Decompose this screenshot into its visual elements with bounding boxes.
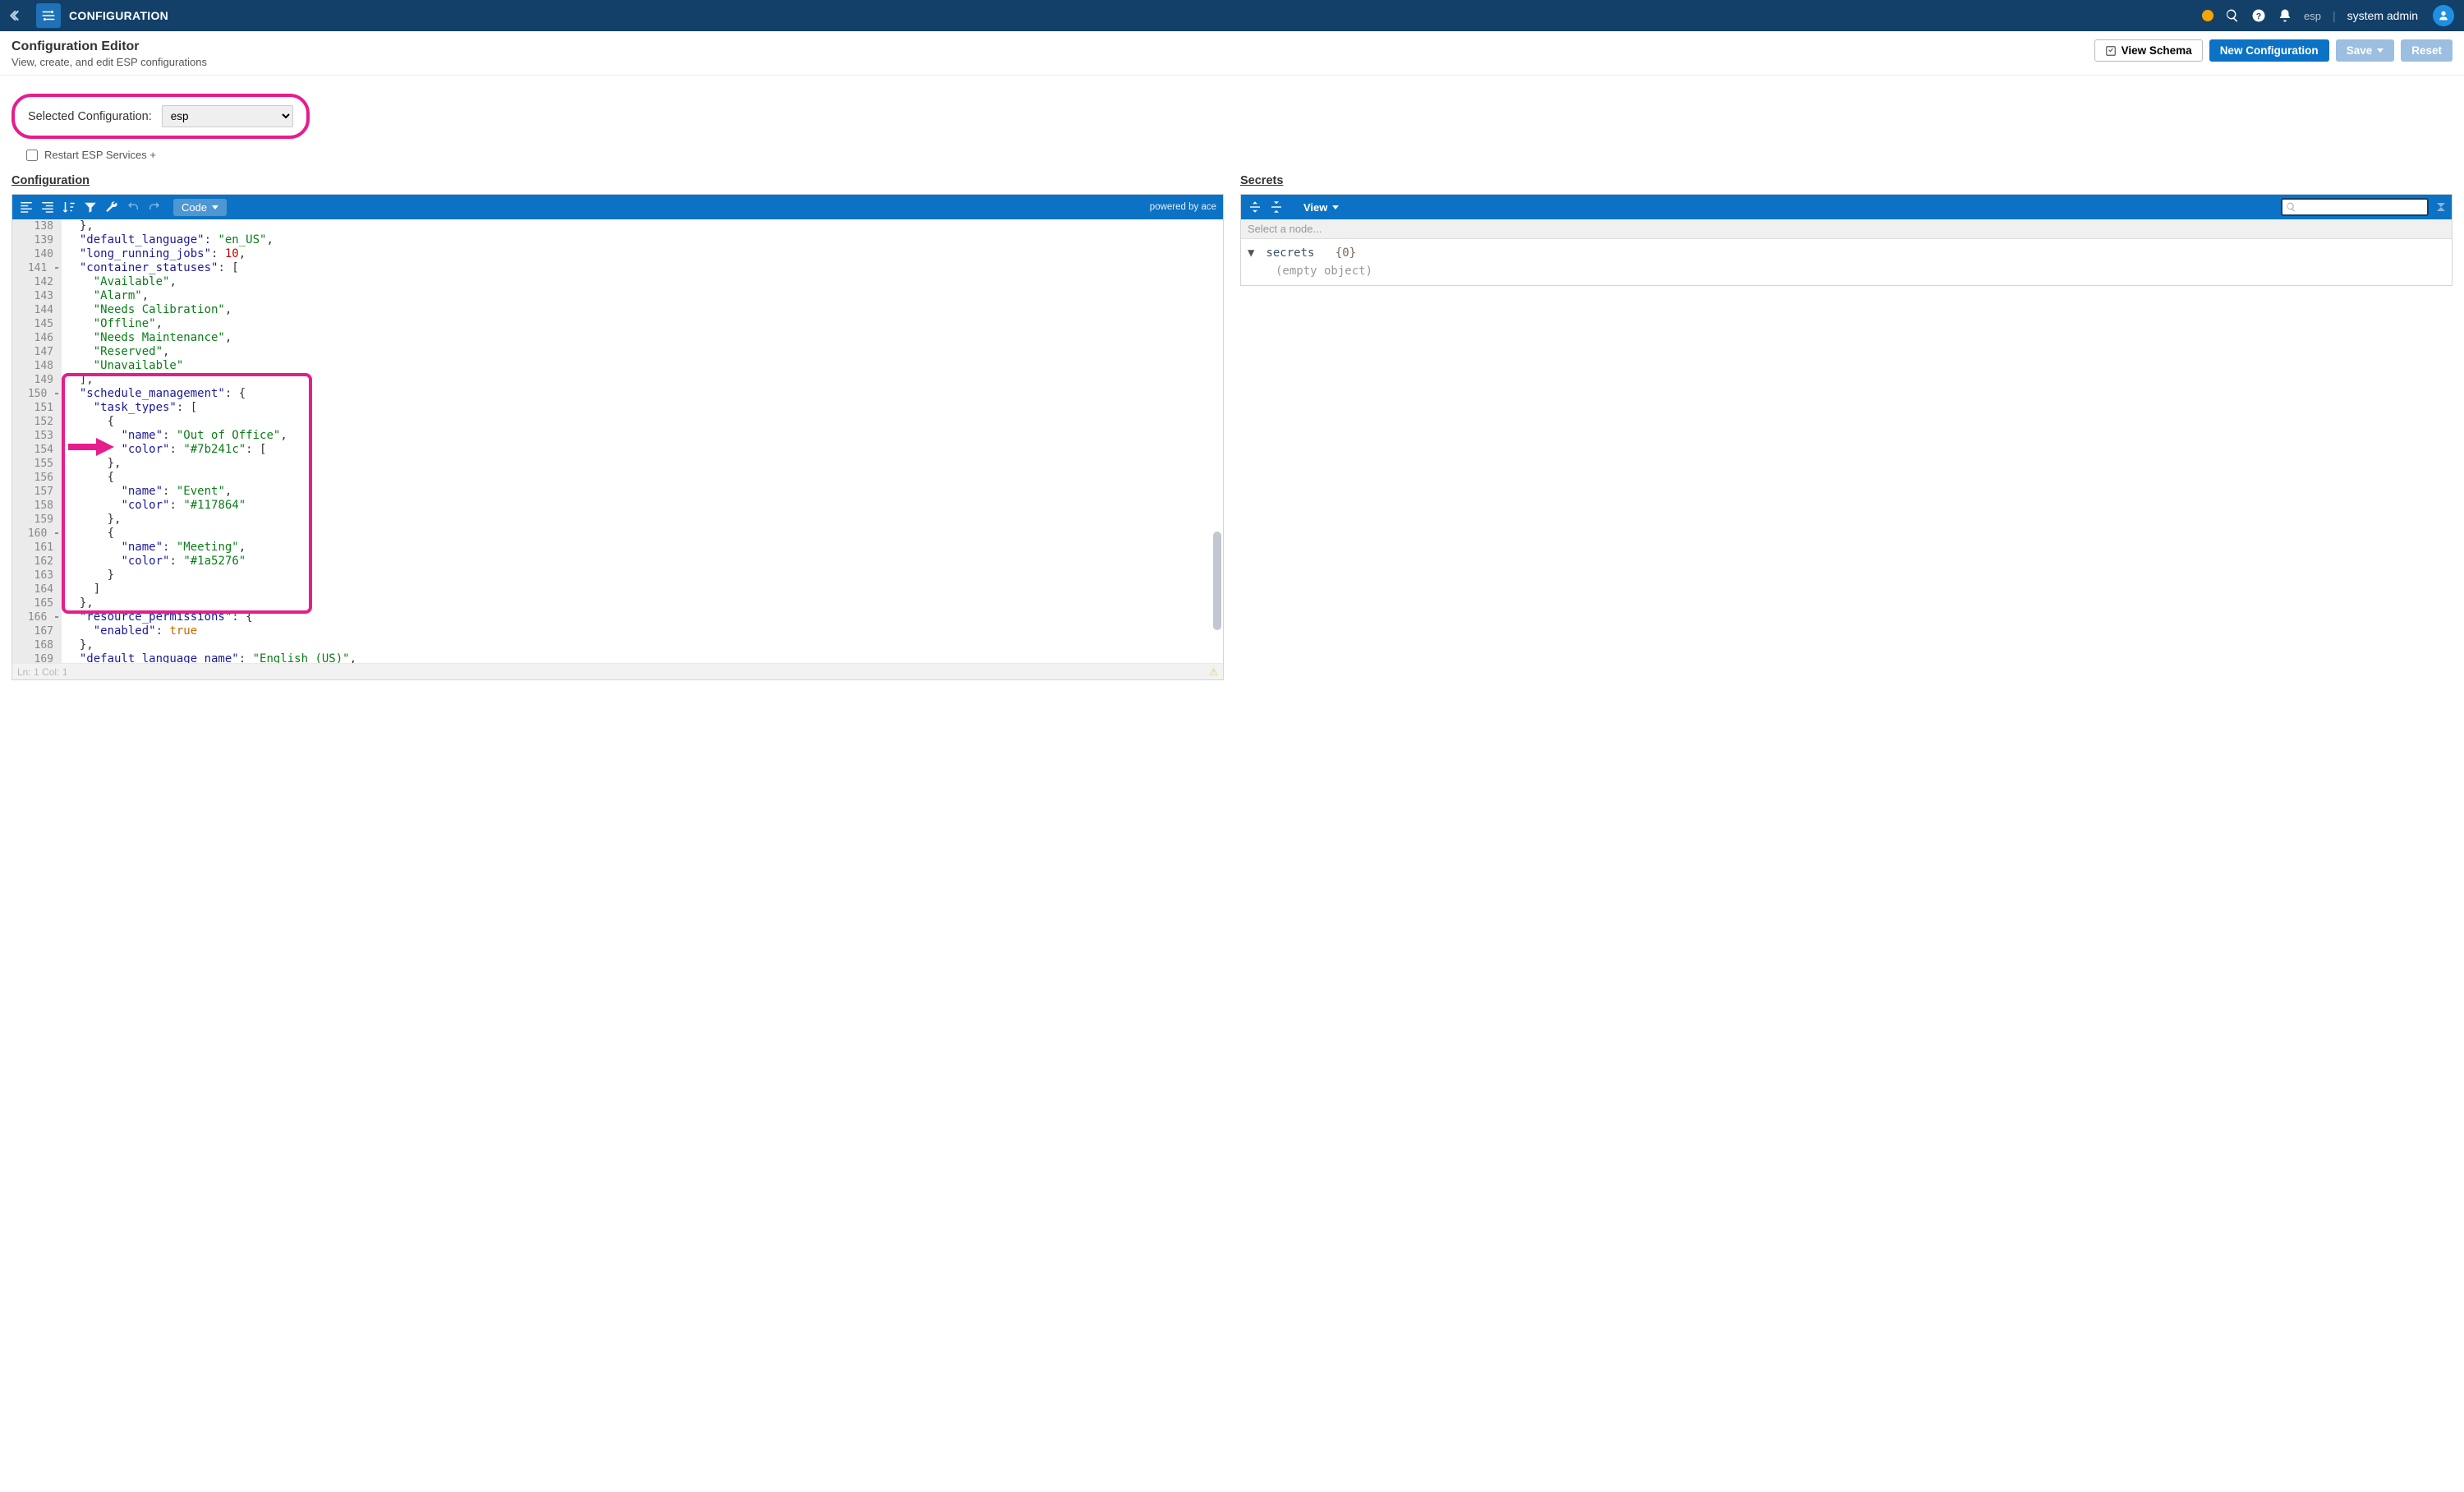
undo-icon[interactable] bbox=[126, 200, 140, 214]
view-schema-button[interactable]: View Schema bbox=[2094, 39, 2203, 62]
tree-toggle[interactable]: ▼ bbox=[1248, 244, 1259, 262]
indent-icon[interactable] bbox=[19, 200, 34, 214]
code-content: }, "default_language": "en_US", "long_ru… bbox=[62, 219, 1223, 663]
code-editor[interactable]: 138139140141 -14214314414514614714814915… bbox=[12, 219, 1223, 663]
page-title: Configuration Editor bbox=[11, 39, 207, 54]
tenant-label: esp bbox=[2304, 10, 2321, 22]
view-mode-label: View bbox=[1303, 201, 1327, 214]
help-icon[interactable]: ? bbox=[2251, 8, 2266, 23]
selected-config-select[interactable]: esp bbox=[162, 105, 293, 127]
expand-all-icon[interactable] bbox=[1248, 200, 1262, 214]
wrench-icon[interactable] bbox=[104, 200, 119, 214]
tree-count: {0} bbox=[1335, 246, 1356, 260]
page-subtitle: View, create, and edit ESP configuration… bbox=[11, 56, 207, 68]
sort-icon[interactable] bbox=[62, 200, 76, 214]
search-icon[interactable] bbox=[2225, 8, 2240, 23]
restart-services-label: Restart ESP Services + bbox=[44, 149, 156, 161]
topbar: CONFIGURATION ? esp | system admin bbox=[0, 0, 2464, 31]
page-header: Configuration Editor View, create, and e… bbox=[0, 31, 2464, 76]
reset-label: Reset bbox=[2411, 44, 2442, 57]
status-dot bbox=[2202, 10, 2213, 21]
view-schema-label: View Schema bbox=[2122, 44, 2192, 57]
tree-root-key: secrets bbox=[1266, 246, 1314, 260]
line-gutter: 138139140141 -14214314414514614714814915… bbox=[12, 219, 62, 663]
configuration-panel: Configuration Code powered by ace 138139… bbox=[11, 174, 1224, 680]
outdent-icon[interactable] bbox=[40, 200, 55, 214]
cursor-position: Ln: 1 Col: 1 bbox=[17, 666, 67, 678]
filter-icon[interactable] bbox=[83, 200, 98, 214]
code-mode-label: Code bbox=[182, 201, 207, 214]
configuration-heading: Configuration bbox=[11, 174, 1224, 187]
secrets-tree[interactable]: ▼ secrets {0} (empty object) bbox=[1241, 239, 2452, 285]
bell-icon[interactable] bbox=[2278, 8, 2292, 23]
save-label: Save bbox=[2347, 44, 2373, 57]
chevron-down-icon bbox=[212, 205, 218, 210]
tree-empty-label: (empty object) bbox=[1248, 262, 2445, 280]
secrets-panel: Secrets View Select a node... ▼ s bbox=[1240, 174, 2453, 680]
editor-statusbar: Ln: 1 Col: 1 ⚠ bbox=[12, 663, 1223, 679]
powered-by-label: powered by ace bbox=[1150, 202, 1216, 212]
new-configuration-button[interactable]: New Configuration bbox=[2209, 39, 2329, 62]
chevron-down-icon bbox=[1332, 205, 1339, 210]
topbar-divider: | bbox=[2333, 9, 2336, 22]
topbar-title: CONFIGURATION bbox=[69, 9, 168, 22]
config-icon bbox=[36, 3, 61, 28]
code-mode-button[interactable]: Code bbox=[173, 199, 227, 216]
avatar[interactable] bbox=[2433, 5, 2454, 26]
secrets-search[interactable] bbox=[2281, 198, 2429, 216]
collapse-all-icon[interactable] bbox=[1269, 200, 1284, 214]
chevron-down-icon bbox=[2377, 48, 2384, 53]
reset-button[interactable]: Reset bbox=[2401, 39, 2453, 62]
user-name: system admin bbox=[2347, 9, 2418, 22]
save-button[interactable]: Save bbox=[2336, 39, 2395, 62]
selected-config-highlight: Selected Configuration: esp bbox=[11, 94, 310, 139]
secrets-toolbar: View bbox=[1241, 195, 2452, 219]
chevron-up-icon[interactable] bbox=[2437, 207, 2445, 211]
back-button[interactable] bbox=[0, 0, 33, 31]
node-selector[interactable]: Select a node... bbox=[1241, 219, 2452, 239]
restart-services-checkbox[interactable] bbox=[26, 150, 38, 161]
redo-icon[interactable] bbox=[147, 200, 162, 214]
editor-toolbar: Code powered by ace bbox=[12, 195, 1223, 219]
search-nav[interactable] bbox=[2437, 203, 2445, 211]
warning-icon: ⚠ bbox=[1209, 666, 1218, 678]
search-icon bbox=[2286, 201, 2296, 213]
scrollbar[interactable] bbox=[1213, 219, 1221, 663]
svg-text:?: ? bbox=[2256, 12, 2261, 21]
secrets-search-input[interactable] bbox=[2296, 201, 2424, 213]
view-mode-button[interactable]: View bbox=[1295, 199, 1347, 216]
new-config-label: New Configuration bbox=[2220, 44, 2319, 57]
secrets-heading: Secrets bbox=[1240, 174, 2453, 187]
selected-config-label: Selected Configuration: bbox=[28, 110, 152, 123]
